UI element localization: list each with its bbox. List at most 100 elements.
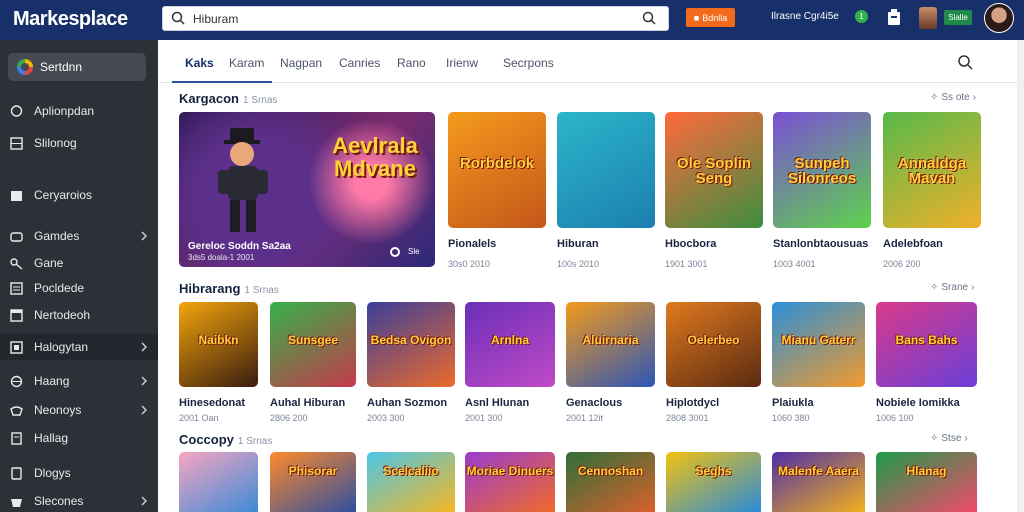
sidebar-item-label: Pocldede [34, 281, 85, 295]
game-art-title: Ole Soplin Seng [676, 155, 752, 188]
game-meta: 2003 300 [367, 413, 405, 423]
sidebar-item[interactable]: Nertodeoh [0, 302, 158, 328]
game-title[interactable]: Hbocbora [665, 238, 716, 250]
section-title: Coccopy 1 Srnas [179, 432, 272, 447]
sidebar-item-label: Slecones [34, 494, 84, 508]
sidebar-item[interactable]: Dlogys [0, 460, 158, 486]
tab[interactable]: Kaks [185, 56, 214, 70]
see-all-link[interactable]: ✧ Srane › [930, 282, 974, 293]
scrollbar[interactable] [1017, 40, 1024, 512]
hero-character-art [218, 128, 268, 232]
game-meta: 1901 3001 [665, 259, 708, 269]
game-card[interactable]: Cennoshan [566, 452, 655, 512]
tab[interactable]: Karam [229, 56, 264, 70]
game-card[interactable]: Annaldga Mavan [883, 112, 981, 228]
game-title[interactable]: Nobiele Iomikka [876, 397, 960, 409]
game-card[interactable]: Ole Soplin Seng [665, 112, 763, 228]
section-title-text: Coccopy [179, 432, 234, 447]
wallet-icon[interactable] [886, 9, 902, 27]
game-title[interactable]: Auhal Hiburan [270, 397, 345, 409]
promo-button[interactable]: ■ Bdnlla [686, 8, 735, 27]
game-title[interactable]: Hinesedonat [179, 397, 245, 409]
sidebar-item[interactable]: Slecones [0, 488, 158, 512]
game-card[interactable]: Sunsgee [270, 302, 356, 387]
key-icon [10, 258, 23, 270]
refresh-icon: ✧ [930, 92, 939, 103]
game-card[interactable]: Oelerbeo [666, 302, 761, 387]
search-icon[interactable] [957, 54, 973, 70]
search-bar[interactable] [162, 6, 669, 31]
search-input[interactable] [193, 10, 613, 28]
game-card[interactable]: Scelcaliio [367, 452, 455, 512]
sidebar-item-label: Gamdes [34, 229, 80, 243]
sidebar-item[interactable]: Slilonog [0, 130, 158, 156]
game-art-title: Sunsgee [287, 333, 338, 348]
game-meta: 2006 200 [883, 259, 921, 269]
game-title[interactable]: Stanlonbtaousuas [773, 238, 868, 250]
search-icon [171, 11, 185, 25]
chevron-right-icon [141, 342, 148, 352]
tab-bar: Kaks Karam Nagpan Canries Rano Irienw Secrpons [159, 41, 1017, 83]
sidebar-item[interactable]: Gamdes [0, 223, 158, 249]
sidebar-item[interactable]: Gane [0, 250, 158, 276]
game-title[interactable]: Genaclous [566, 397, 622, 409]
featured-badge: Sle [408, 247, 420, 256]
sidebar-item[interactable]: Pocldede [0, 275, 158, 301]
account-label[interactable]: Ilrasne Cgr4i5e [771, 11, 839, 22]
store-icon [17, 59, 33, 75]
sidebar-item[interactable]: Haang [0, 368, 158, 394]
game-title[interactable]: Pionalels [448, 238, 496, 250]
see-all-link[interactable]: ✧ Stse › [930, 433, 968, 444]
game-card[interactable] [557, 112, 655, 228]
promo-icon: ■ [693, 12, 700, 23]
friend-avatar[interactable] [919, 7, 937, 29]
game-card[interactable] [179, 452, 258, 512]
game-card[interactable]: Mianu Gaterr [772, 302, 865, 387]
game-card[interactable]: Malenfe Aaera [772, 452, 865, 512]
tab[interactable]: Nagpan [280, 56, 322, 70]
see-all-link[interactable]: ✧ Ss ote › [930, 92, 976, 103]
sidebar-item[interactable]: Halogytan [0, 334, 158, 360]
game-meta: 2806 200 [270, 413, 308, 423]
profile-avatar[interactable] [984, 3, 1014, 33]
game-title[interactable]: Hiburan [557, 238, 599, 250]
game-card[interactable]: Rorbdelok [448, 112, 546, 228]
tab[interactable]: Rano [397, 56, 426, 70]
tab[interactable]: Irienw [446, 56, 478, 70]
search-submit-icon[interactable] [642, 11, 656, 25]
sidebar-item[interactable]: Ceryaroios [0, 182, 158, 208]
game-card[interactable]: Sunpeh Silonreos [773, 112, 871, 228]
game-art-title: Bedsa Ovigon [370, 333, 452, 348]
game-card[interactable]: Moriae Dinuers [465, 452, 555, 512]
see-all-label: Stse [941, 433, 962, 444]
game-art-title: Rorbdelok [459, 155, 535, 173]
user-status-pill[interactable]: Slalle [944, 10, 972, 25]
tab[interactable]: Canries [339, 56, 380, 70]
game-title[interactable]: Auhan Sozmon [367, 397, 447, 409]
game-card[interactable]: Bedsa Ovigon [367, 302, 455, 387]
tab[interactable]: Secrpons [503, 56, 554, 70]
game-card[interactable]: Seghs [666, 452, 761, 512]
section-count: 1 Srnas [242, 95, 278, 106]
game-card[interactable]: Arnlna [465, 302, 555, 387]
game-card[interactable]: Naibkn [179, 302, 258, 387]
app-logo[interactable]: Markesplace [13, 8, 128, 31]
game-art-title: Moriae Dinuers [466, 464, 554, 479]
game-title[interactable]: Plaiukla [772, 397, 814, 409]
game-meta: 100s 2010 [557, 259, 600, 269]
featured-card[interactable]: Aevlrala Mdvane Gereloc Soddn Sa2aa 3ds5 … [179, 112, 435, 267]
game-card[interactable]: Bans Bahs [876, 302, 977, 387]
chevron-right-icon [141, 405, 148, 415]
game-card[interactable]: Phisorar [270, 452, 356, 512]
sidebar-item-active[interactable]: Sertdnn [8, 53, 146, 81]
game-meta: 1060 380 [772, 413, 810, 423]
game-title[interactable]: Asnl Hlunan [465, 397, 529, 409]
game-title[interactable]: Adelebfoan [883, 238, 943, 250]
sidebar-item[interactable]: Hallag [0, 425, 158, 451]
sidebar-item[interactable]: Aplionpdan [0, 98, 158, 124]
game-title[interactable]: Hiplotdycl [666, 397, 719, 409]
sidebar-item[interactable]: Neonoys [0, 397, 158, 423]
game-card[interactable]: Aluirnaria [566, 302, 655, 387]
game-card[interactable]: Hlanag [876, 452, 977, 512]
active-tab-indicator [172, 81, 272, 83]
